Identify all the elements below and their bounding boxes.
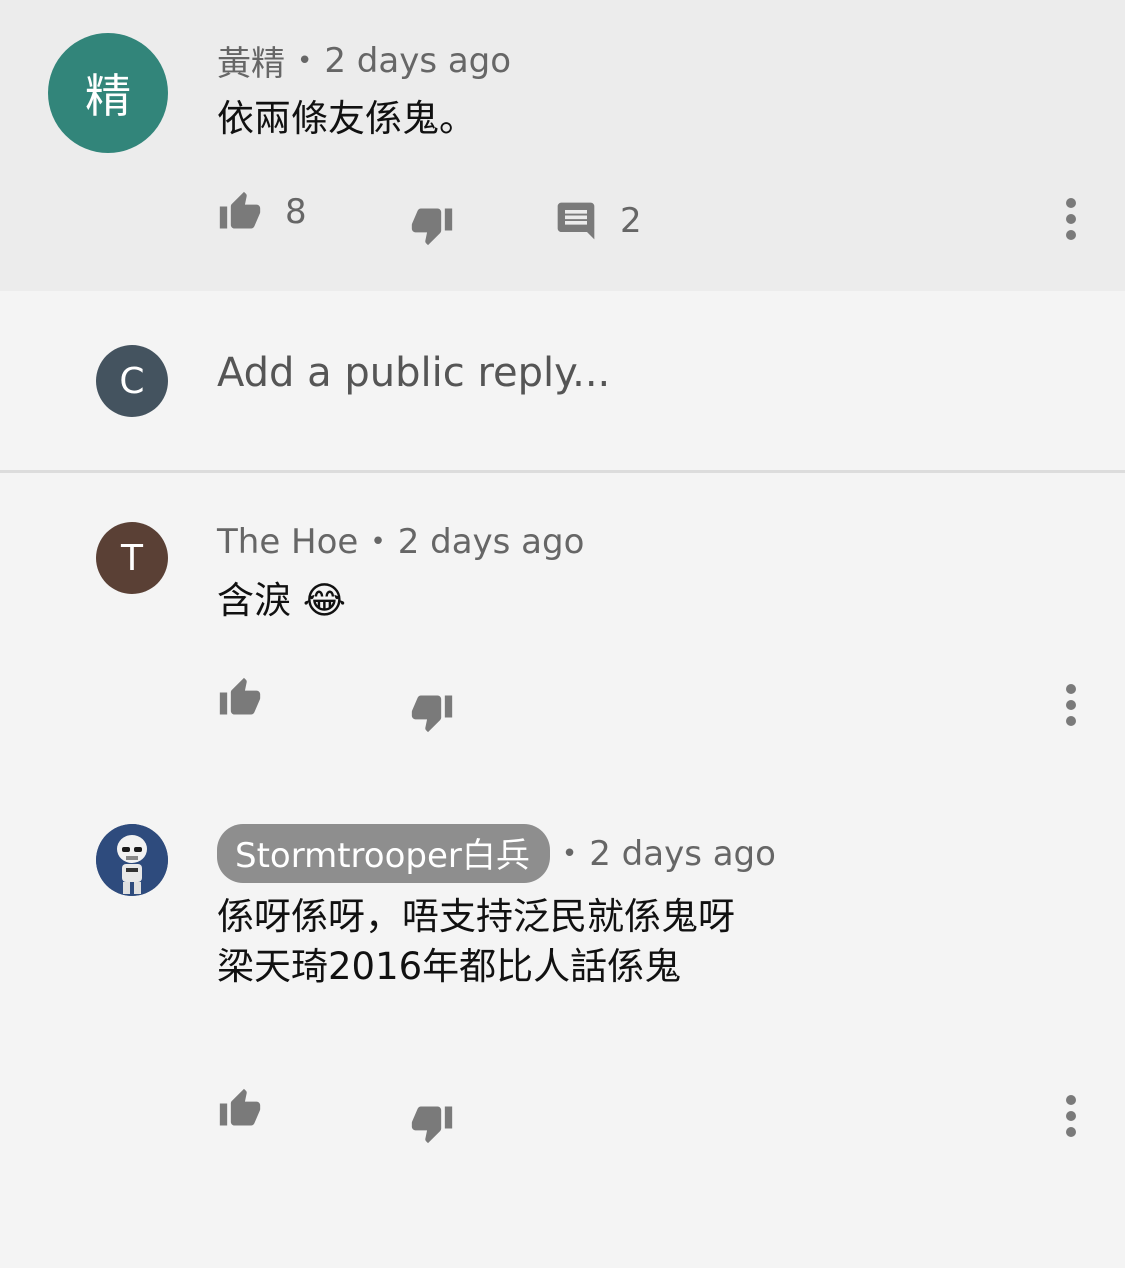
avatar-initial: 精 bbox=[85, 69, 131, 123]
like-button[interactable] bbox=[217, 676, 263, 720]
separator-dot: • bbox=[370, 527, 386, 557]
reply-input[interactable]: Add a public reply... bbox=[217, 350, 610, 396]
author-name[interactable]: The Hoe bbox=[217, 522, 358, 562]
more-vert-icon[interactable] bbox=[1061, 197, 1081, 241]
timestamp[interactable]: 2 days ago bbox=[589, 834, 776, 874]
like-count: 8 bbox=[285, 192, 307, 232]
dislike-button[interactable] bbox=[409, 203, 455, 247]
like-button[interactable]: 8 bbox=[217, 190, 307, 234]
more-vert-icon[interactable] bbox=[1061, 683, 1081, 727]
thumbs-up-icon bbox=[217, 190, 263, 234]
avatar: C bbox=[96, 345, 168, 417]
timestamp[interactable]: 2 days ago bbox=[324, 41, 511, 81]
avatar[interactable]: T bbox=[96, 522, 168, 594]
dislike-button[interactable] bbox=[409, 690, 455, 734]
comment-meta: The Hoe • 2 days ago bbox=[217, 522, 584, 562]
author-name[interactable]: 黃精 bbox=[217, 36, 285, 85]
comment-line: 係呀係呀，唔支持泛民就係鬼呀 bbox=[217, 895, 735, 938]
comment-meta: Stormtrooper白兵 • 2 days ago bbox=[217, 824, 776, 883]
avatar-initial: T bbox=[121, 537, 143, 579]
author-chip[interactable]: Stormtrooper白兵 bbox=[217, 824, 550, 883]
avatar-initial: C bbox=[119, 360, 145, 402]
comment-meta: 黃精 • 2 days ago bbox=[217, 36, 511, 85]
reply-button[interactable]: 2 bbox=[554, 199, 642, 243]
more-vert-icon[interactable] bbox=[1061, 1094, 1081, 1138]
thumbs-down-icon bbox=[409, 1101, 455, 1145]
timestamp[interactable]: 2 days ago bbox=[398, 522, 585, 562]
comment-text: 係呀係呀，唔支持泛民就係鬼呀 梁天琦2016年都比人話係鬼 bbox=[217, 892, 735, 992]
avatar[interactable]: 精 bbox=[48, 33, 168, 153]
dislike-button[interactable] bbox=[409, 1101, 455, 1145]
stormtrooper-avatar[interactable] bbox=[96, 824, 168, 896]
comment-text: 含淚 😂 bbox=[217, 579, 346, 622]
divider bbox=[0, 470, 1125, 473]
highlighted-comment: 精 黃精 • 2 days ago 依兩條友係鬼。 8 2 bbox=[0, 0, 1125, 291]
reply-count: 2 bbox=[620, 201, 642, 241]
like-button[interactable] bbox=[217, 1087, 263, 1131]
comment-text: 依兩條友係鬼。 bbox=[217, 97, 476, 140]
thumbs-up-icon bbox=[217, 1087, 263, 1131]
thumbs-up-icon bbox=[217, 676, 263, 720]
separator-dot: • bbox=[561, 838, 578, 869]
separator-dot: • bbox=[297, 45, 313, 76]
thumbs-down-icon bbox=[409, 690, 455, 734]
reply-icon bbox=[554, 199, 598, 243]
thumbs-down-icon bbox=[409, 203, 455, 247]
comment-line: 梁天琦2016年都比人話係鬼 bbox=[217, 945, 682, 988]
